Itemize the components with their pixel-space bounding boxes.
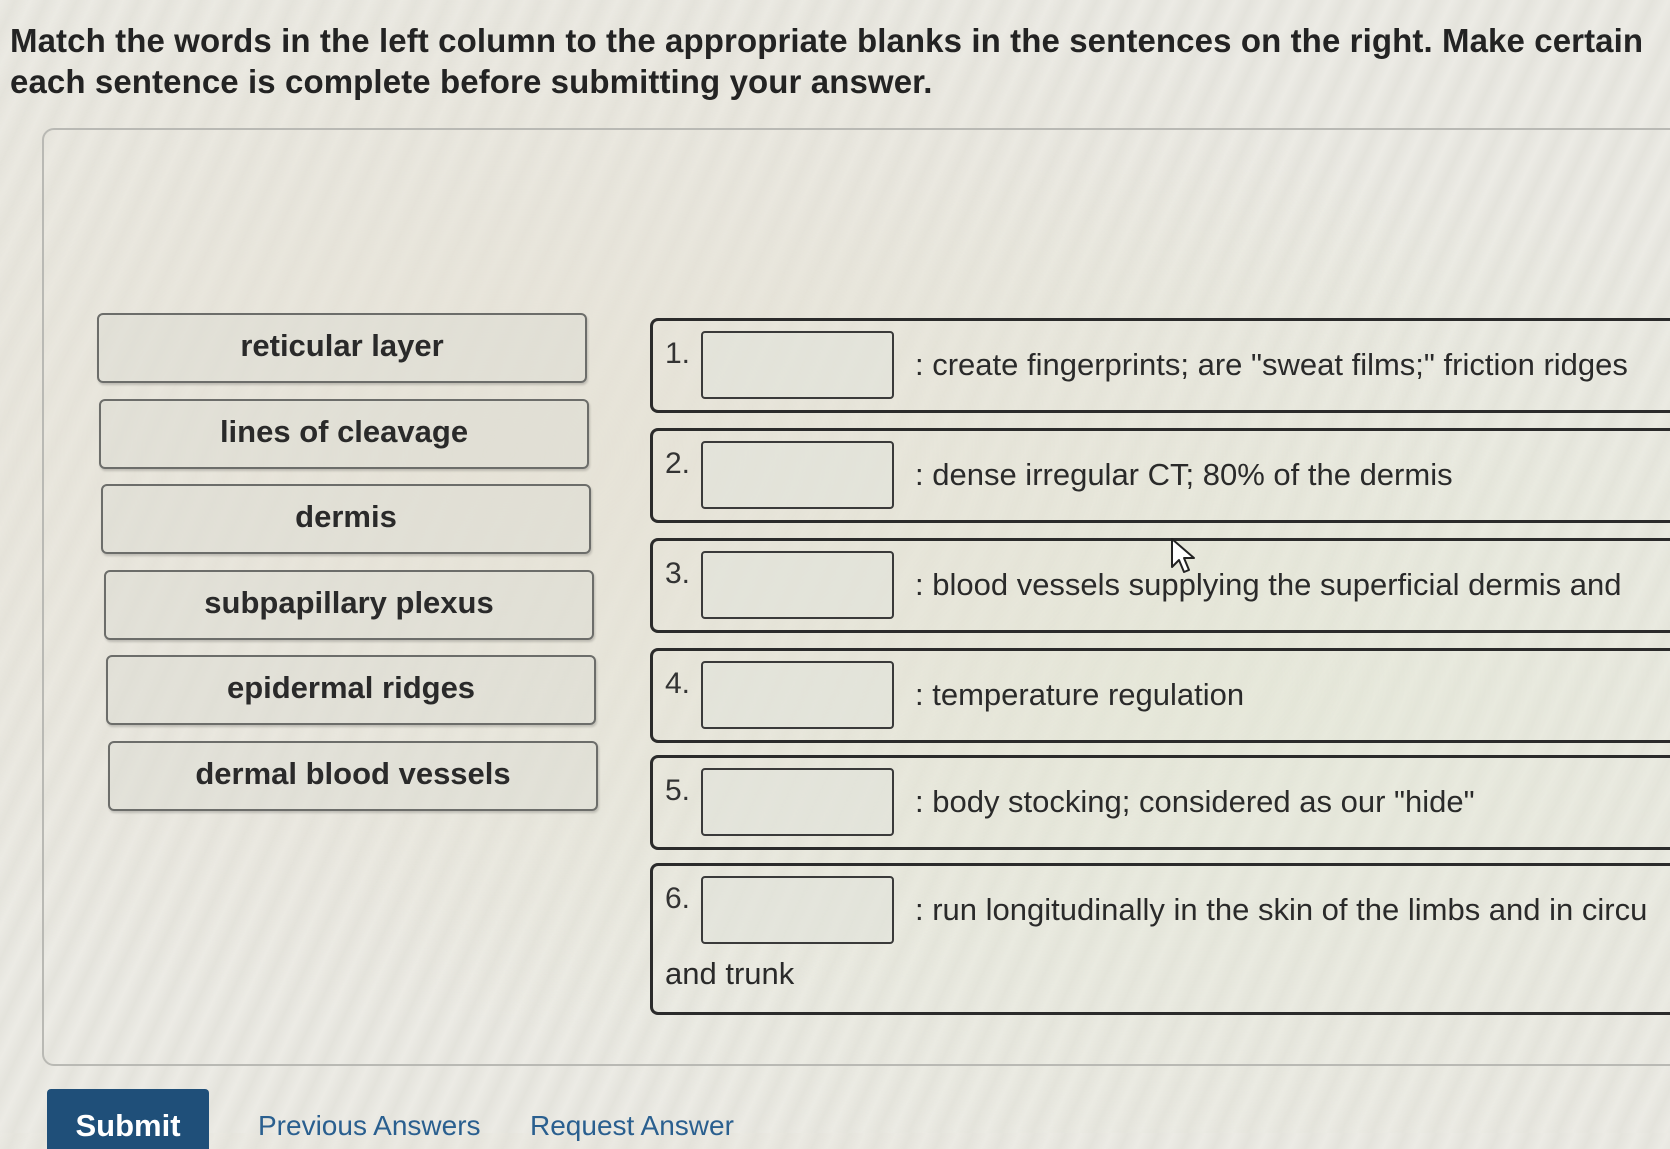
previous-answers-link[interactable]: Previous Answers [258, 1110, 481, 1142]
sentence-text: : temperature regulation [915, 677, 1245, 712]
drop-slot-6[interactable] [701, 876, 894, 944]
sentence-number: 1. [665, 337, 691, 370]
request-answer-link[interactable]: Request Answer [530, 1110, 734, 1142]
submit-button[interactable]: Submit [47, 1089, 209, 1149]
word-tile-epidermal-ridges[interactable]: epidermal ridges [106, 655, 596, 725]
sentence-number: 6. [665, 882, 691, 915]
sentence-row-6: 6. : run longitudinally in the skin of t… [650, 863, 1670, 1015]
drop-slot-3[interactable] [701, 551, 894, 619]
sentence-continuation: and trunk [665, 956, 795, 991]
sentence-text: : run longitudinally in the skin of the … [915, 892, 1648, 927]
sentence-row-4: 4. : temperature regulation [650, 648, 1670, 743]
sentence-text: : blood vessels supplying the superficia… [915, 567, 1622, 602]
sentence-number: 5. [665, 774, 691, 807]
word-tile-dermis[interactable]: dermis [101, 484, 591, 554]
sentence-number: 4. [665, 667, 691, 700]
mouse-pointer-icon [1171, 538, 1195, 573]
sentence-row-1: 1. : create fingerprints; are "sweat fil… [650, 318, 1670, 413]
word-tile-dermal-blood-vessels[interactable]: dermal blood vessels [108, 741, 598, 811]
sentence-text: : create fingerprints; are "sweat films;… [915, 347, 1628, 382]
drop-slot-4[interactable] [701, 661, 894, 729]
sentence-text: : dense irregular CT; 80% of the dermis [915, 457, 1453, 492]
sentence-number: 2. [665, 447, 691, 480]
sentence-number: 3. [665, 557, 691, 590]
word-tile-lines-of-cleavage[interactable]: lines of cleavage [99, 399, 589, 469]
drop-slot-1[interactable] [701, 331, 894, 399]
sentence-row-3: 3. : blood vessels supplying the superfi… [650, 538, 1670, 633]
word-tile-subpapillary-plexus[interactable]: subpapillary plexus [104, 570, 594, 640]
sentence-text: : body stocking; considered as our "hide… [915, 784, 1475, 819]
drop-slot-5[interactable] [701, 768, 894, 836]
word-tile-reticular-layer[interactable]: reticular layer [97, 313, 587, 383]
sentence-row-5: 5. : body stocking; considered as our "h… [650, 755, 1670, 850]
sentence-row-2: 2. : dense irregular CT; 80% of the derm… [650, 428, 1670, 523]
drop-slot-2[interactable] [701, 441, 894, 509]
instructions-text: Match the words in the left column to th… [10, 22, 1644, 100]
